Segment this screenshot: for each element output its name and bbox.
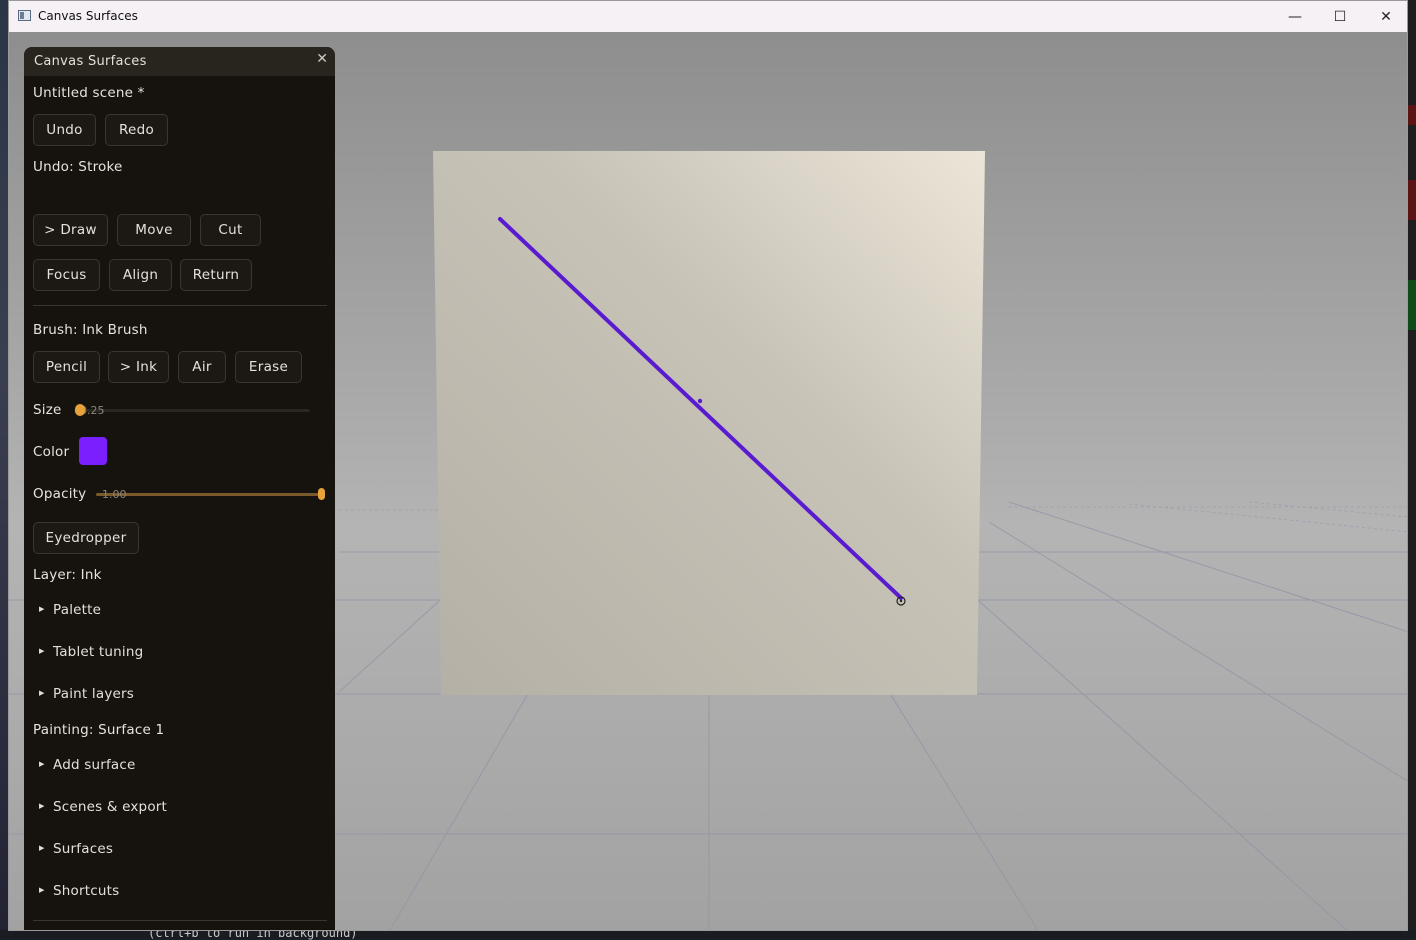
size-slider-handle[interactable] [74,404,85,416]
app-window: Canvas Surfaces — ☐ ✕ Canvas Surfaces ✕ … [8,0,1408,931]
maximize-icon[interactable]: ☐ [1317,1,1363,32]
app-icon [18,10,31,21]
section-label: Shortcuts [53,883,120,899]
opacity-value: 1.00 [102,488,127,501]
caret-right-icon: ▶ [39,802,45,810]
brush-air-button[interactable]: Air [178,351,226,383]
desktop-left-edge [0,0,8,939]
tool-cut-button[interactable]: Cut [200,214,261,246]
panel-title: Canvas Surfaces [34,54,147,69]
tool-return-button[interactable]: Return [180,259,252,291]
painting-status: Painting: Surface 1 [33,722,165,738]
caret-right-icon: ▶ [39,689,45,697]
brush-erase-button[interactable]: Erase [235,351,302,383]
section-palette[interactable]: ▶ Palette [33,602,101,618]
undo-status: Undo: Stroke [33,159,123,175]
section-label: Paint layers [53,686,135,702]
3d-viewport[interactable]: Canvas Surfaces ✕ Untitled scene * Undo … [9,32,1407,930]
section-label: Scenes & export [53,799,168,815]
caret-right-icon: ▶ [39,760,45,768]
caret-right-icon: ▶ [39,844,45,852]
section-label: Palette [53,602,102,618]
section-shortcuts[interactable]: ▶ Shortcuts [33,883,119,899]
caret-right-icon: ▶ [39,605,45,613]
caret-right-icon: ▶ [39,647,45,655]
stroke-point [697,398,703,404]
close-panel-icon[interactable]: ✕ [316,51,328,67]
title-bar[interactable]: Canvas Surfaces — ☐ ✕ [9,1,1407,32]
background-terminal: (ctrl+b to run in background) [0,926,1416,940]
brush-ink-button[interactable]: > Ink [108,351,169,383]
minimize-icon[interactable]: — [1272,1,1318,32]
tool-move-button[interactable]: Move [117,214,191,246]
panel-header[interactable]: Canvas Surfaces ✕ [24,47,335,76]
scene-name: Untitled scene * [33,85,145,101]
tool-draw-button[interactable]: > Draw [33,214,108,246]
brush-status: Brush: Ink Brush [33,322,148,338]
tool-align-button[interactable]: Align [109,259,172,291]
opacity-slider[interactable] [96,493,325,496]
color-label: Color [33,444,70,460]
separator [33,305,327,306]
color-swatch[interactable] [79,437,107,465]
caret-right-icon: ▶ [39,886,45,894]
eyedropper-button[interactable]: Eyedropper [33,522,139,554]
tool-panel: Canvas Surfaces ✕ Untitled scene * Undo … [24,47,335,930]
section-add-surface[interactable]: ▶ Add surface [33,757,136,773]
section-surfaces[interactable]: ▶ Surfaces [33,841,113,857]
section-paint-layers[interactable]: ▶ Paint layers [33,686,134,702]
tool-focus-button[interactable]: Focus [33,259,100,291]
section-tablet-tuning[interactable]: ▶ Tablet tuning [33,644,143,660]
undo-button[interactable]: Undo [33,114,96,146]
separator [33,920,327,921]
section-label: Surfaces [53,841,114,857]
opacity-slider-handle[interactable] [318,488,325,500]
window-title: Canvas Surfaces [38,9,138,23]
desktop-right-edge [1408,0,1416,939]
layer-status: Layer: Ink [33,567,102,583]
opacity-label: Opacity [33,486,87,502]
redo-button[interactable]: Redo [105,114,168,146]
section-label: Add surface [53,757,136,773]
size-slider[interactable] [74,409,310,412]
close-window-icon[interactable]: ✕ [1363,1,1407,32]
brush-pencil-button[interactable]: Pencil [33,351,100,383]
section-scenes-export[interactable]: ▶ Scenes & export [33,799,167,815]
size-label: Size [33,402,62,418]
section-label: Tablet tuning [53,644,144,660]
